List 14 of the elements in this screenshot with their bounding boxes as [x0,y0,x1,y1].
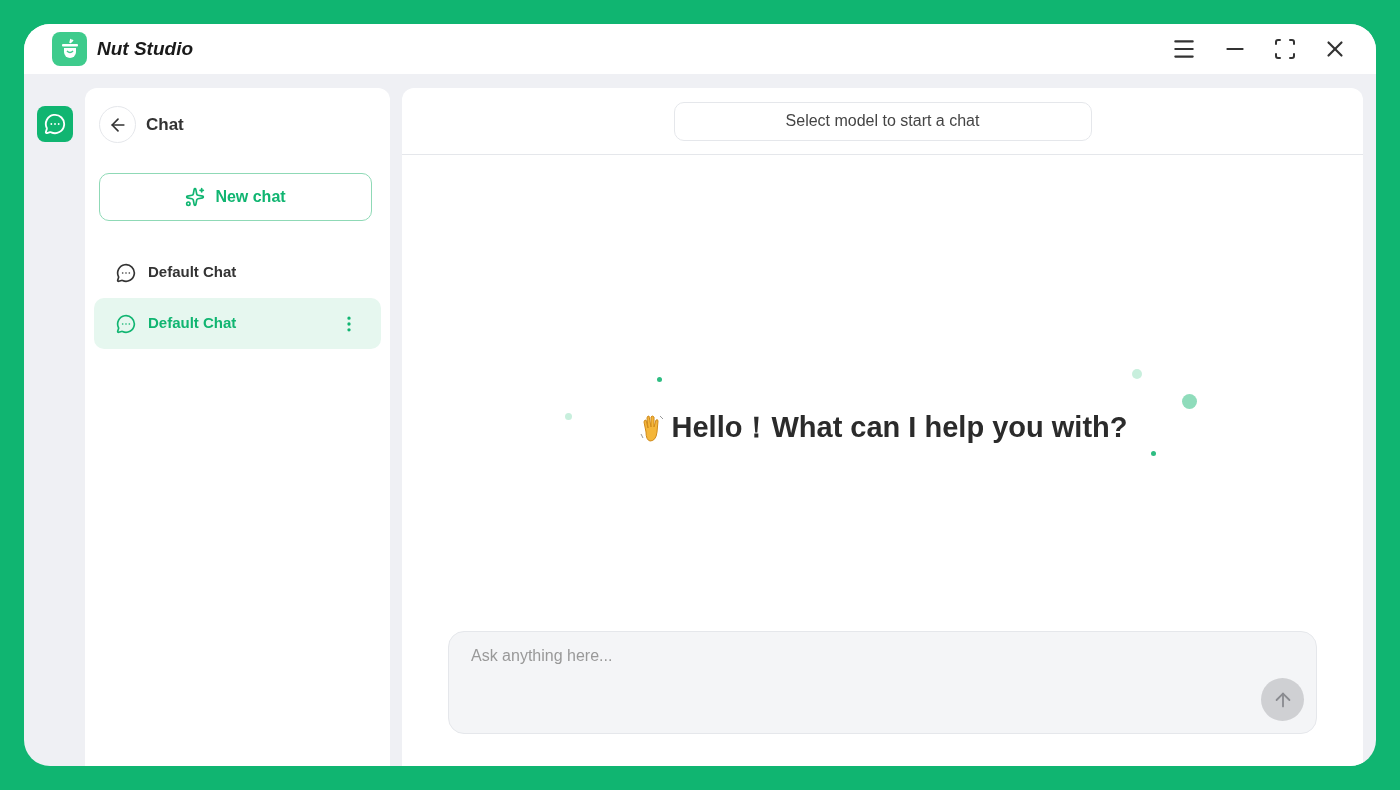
chat-bubble-icon [116,262,136,283]
greeting-text: Hello！What can I help you with? [671,410,1128,446]
send-button[interactable] [1261,678,1304,721]
message-input[interactable]: Ask anything here... [448,631,1317,734]
chat-list-item[interactable]: Default Chat [94,247,381,298]
app-title: Nut Studio [97,36,194,61]
app-logo-icon [52,32,87,66]
chat-nav-icon[interactable] [36,106,73,142]
maximize-icon[interactable] [1273,37,1297,61]
model-selector[interactable]: Select model to start a chat [673,101,1092,141]
chat-bubble-icon [116,313,136,334]
sparkle-icon [185,187,206,207]
sidebar-title: Chat [146,113,184,136]
message-field[interactable]: Ask anything here... [471,644,1294,668]
